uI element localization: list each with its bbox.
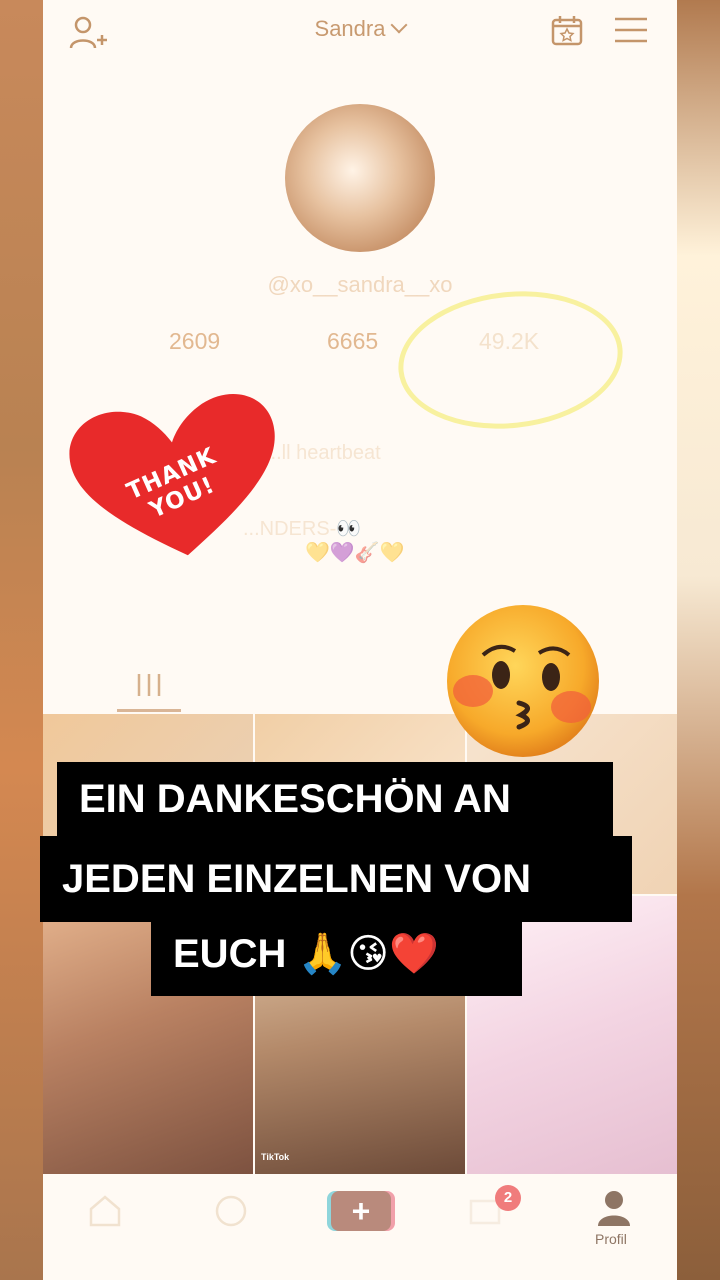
- profile-icon: [598, 1191, 630, 1226]
- highlight-circle: [391, 280, 630, 440]
- kissing-emoji-sticker: [443, 603, 603, 759]
- top-bar: Sandra: [43, 0, 677, 64]
- left-edge-glow: [0, 0, 43, 1280]
- nav-profile[interactable]: [551, 1175, 677, 1280]
- tab-underline: [117, 709, 181, 712]
- bio-line-3: 💛💜🎸💛: [305, 542, 405, 564]
- tiktok-watermark: TikTok: [261, 1152, 290, 1162]
- video-thumbnail[interactable]: TikTok: [255, 896, 465, 1174]
- video-thumbnail[interactable]: [255, 714, 465, 894]
- video-thumbnail[interactable]: [467, 896, 677, 1174]
- thank-you-heart-sticker: THANK YOU!: [62, 388, 292, 568]
- compass-icon: [215, 1195, 247, 1227]
- profile-handle: @xo__sandra__xo: [267, 272, 453, 297]
- nav-discover[interactable]: [169, 1175, 295, 1280]
- stat-following[interactable]: 2609: [169, 328, 220, 355]
- create-button[interactable]: +: [331, 1191, 391, 1231]
- tab-videos[interactable]: [117, 668, 181, 712]
- profile-avatar[interactable]: [285, 104, 435, 252]
- hamburger-menu-icon[interactable]: [613, 14, 653, 52]
- stat-followers[interactable]: 6665: [327, 328, 378, 355]
- video-thumbnail[interactable]: [43, 896, 253, 1174]
- right-edge-glow: [677, 0, 720, 1280]
- nav-home[interactable]: [43, 1175, 169, 1280]
- grid-icon: [137, 674, 161, 696]
- inbox-badge: 2: [495, 1185, 521, 1211]
- chevron-down-icon: [390, 16, 408, 34]
- home-icon: [89, 1195, 121, 1227]
- video-thumbnail[interactable]: [43, 714, 253, 894]
- nav-profile-label: Profil: [595, 1231, 627, 1247]
- plus-icon: +: [351, 1193, 371, 1229]
- bottom-navigation: + 2 Profil: [43, 1175, 677, 1280]
- calendar-star-icon[interactable]: [549, 14, 589, 52]
- username-title: Sandra: [314, 16, 386, 41]
